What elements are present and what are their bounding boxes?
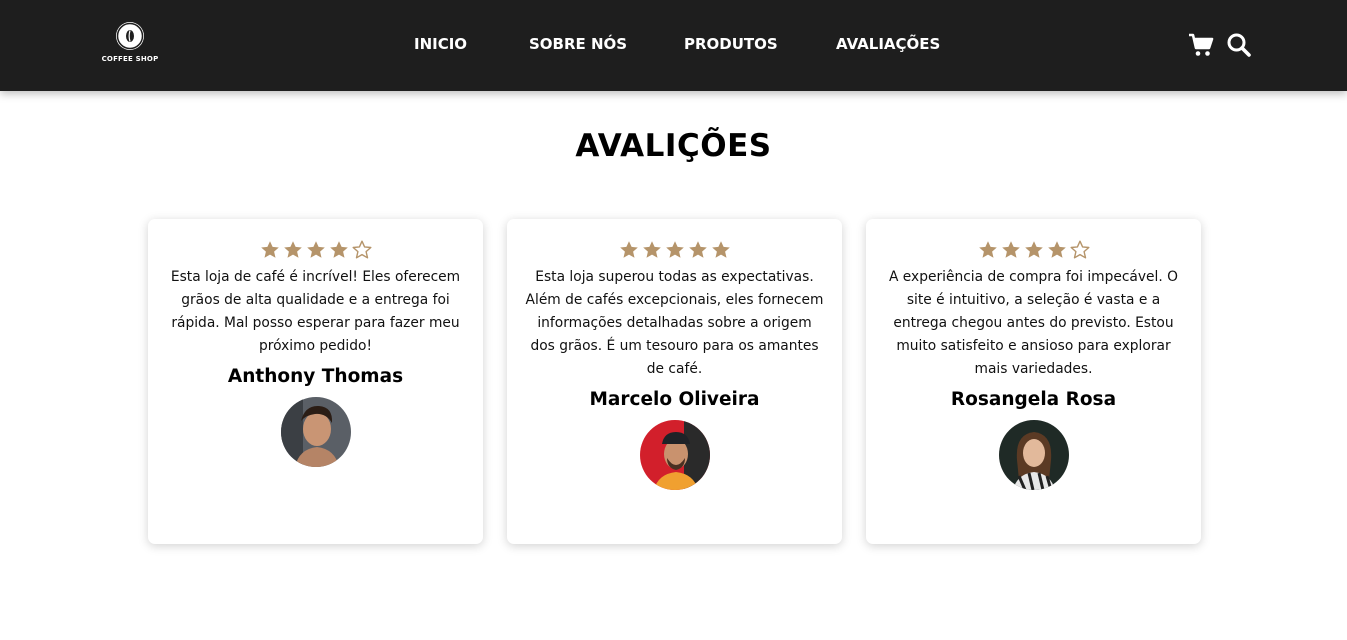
star-filled-icon (619, 240, 639, 260)
nav-sobre-nos[interactable]: SOBRE NÓS (529, 35, 627, 53)
review-text: Esta loja de café é incrível! Eles ofere… (170, 269, 461, 354)
star-filled-icon (283, 240, 303, 260)
star-filled-icon (978, 240, 998, 260)
reviewer-name: Marcelo Oliveira (589, 389, 760, 410)
star-filled-icon (260, 240, 280, 260)
section-title: AVALIÇÕES (575, 128, 772, 164)
review-card: Esta loja superou todas as expectativas.… (507, 219, 842, 544)
star-rating (866, 240, 1201, 262)
shopping-cart-icon[interactable] (1188, 32, 1214, 58)
star-rating (507, 240, 842, 262)
nav-inicio[interactable]: INICIO (414, 35, 467, 53)
avatar (998, 420, 1069, 490)
nav-avaliacoes[interactable]: AVALIAÇÕES (836, 35, 940, 53)
avatar (639, 420, 710, 490)
star-filled-icon (711, 240, 731, 260)
review-text: Esta loja superou todas as expectativas.… (525, 269, 824, 377)
star-filled-icon (665, 240, 685, 260)
brand-name: COFFEE SHOP (101, 55, 159, 63)
reviewer-name: Rosangela Rosa (950, 389, 1117, 410)
star-filled-icon (1047, 240, 1067, 260)
review-text: A experiência de compra foi impecável. O… (888, 269, 1179, 377)
navbar: COFFEE SHOP INICIO SOBRE NÓS PRODUTOS AV… (0, 0, 1347, 91)
star-outline-icon (1070, 240, 1090, 260)
search-icon[interactable] (1226, 32, 1252, 58)
reviewer-name: Anthony Thomas (227, 366, 404, 387)
brand-logo[interactable]: COFFEE SHOP (98, 22, 162, 63)
star-filled-icon (1024, 240, 1044, 260)
nav-produtos[interactable]: PRODUTOS (684, 35, 778, 53)
star-filled-icon (329, 240, 349, 260)
star-filled-icon (688, 240, 708, 260)
star-filled-icon (306, 240, 326, 260)
review-card: Esta loja de café é incrível! Eles ofere… (148, 219, 483, 544)
star-filled-icon (1001, 240, 1021, 260)
star-outline-icon (352, 240, 372, 260)
star-rating (148, 240, 483, 262)
review-card: A experiência de compra foi impecável. O… (866, 219, 1201, 544)
coffee-bean-logo-icon (116, 22, 144, 50)
star-filled-icon (642, 240, 662, 260)
avatar (280, 397, 351, 467)
